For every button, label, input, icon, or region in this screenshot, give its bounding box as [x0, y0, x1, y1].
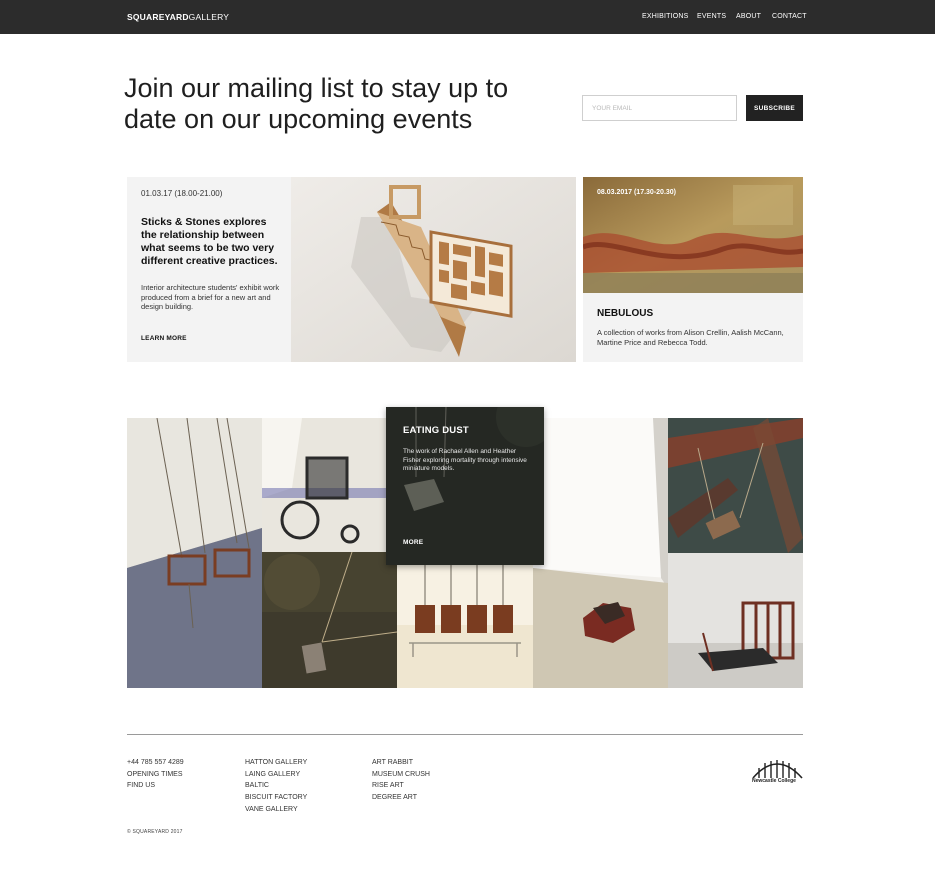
wheelchair-model-illustration	[262, 418, 386, 552]
event-description: Interior architecture students' exhibit …	[141, 283, 280, 311]
event-date: 01.03.17 (18.00-21.00)	[141, 189, 223, 198]
footer-link-rise-art[interactable]: RISE ART	[372, 780, 430, 792]
field-swing-illustration	[262, 552, 397, 688]
event-title: Sticks & Stones explores the relationshi…	[141, 216, 278, 267]
gallery-tile-wheelchair[interactable]	[262, 418, 386, 552]
footer-phone[interactable]: +44 785 557 4289	[127, 757, 184, 769]
copyright-text: © SQUAREYARD 2017	[127, 829, 183, 835]
footer-link-laing[interactable]: LAING GALLERY	[245, 769, 307, 781]
nav-exhibitions[interactable]: EXHIBITIONS	[642, 13, 689, 20]
footer-link-museum-crush[interactable]: MUSEUM CRUSH	[372, 769, 430, 781]
footer-find-us[interactable]: FIND US	[127, 780, 184, 792]
nav-contact[interactable]: CONTACT	[772, 13, 807, 20]
gallery-tile-field-swing[interactable]	[262, 552, 397, 688]
nebulous-date: 08.03.2017 (17.30-20.30)	[597, 189, 677, 196]
nebulous-event-card: NEBULOUS A collection of works from Alis…	[583, 293, 803, 362]
footer-divider	[127, 734, 803, 735]
gallery-tile-chair-model[interactable]	[668, 553, 803, 688]
learn-more-link[interactable]: LEARN MORE	[141, 335, 187, 342]
footer-link-baltic[interactable]: BALTIC	[245, 780, 307, 792]
eating-dust-description: The work of Rachael Allen and Heather Fi…	[403, 448, 527, 472]
top-navigation-bar: SQUAREYARDGALLERY EXHIBITIONS EVENTS ABO…	[0, 0, 935, 34]
footer-link-hatton[interactable]: HATTON GALLERY	[245, 757, 307, 769]
footer-link-degree-art[interactable]: DEGREE ART	[372, 792, 430, 804]
footer-link-art-rabbit[interactable]: ART RABBIT	[372, 757, 430, 769]
corner-sculpture-illustration	[533, 418, 668, 688]
featured-event-card: 01.03.17 (18.00-21.00) Sticks & Stones e…	[127, 177, 291, 362]
footer-links-list: ART RABBIT MUSEUM CRUSH RISE ART DEGREE …	[372, 757, 430, 804]
footer-link-vane[interactable]: VANE GALLERY	[245, 804, 307, 816]
nebulous-image[interactable]: 08.03.2017 (17.30-20.30)	[583, 177, 803, 293]
nebulous-title: NEBULOUS	[597, 308, 654, 319]
chair-model-illustration	[668, 553, 803, 688]
gallery-tile-cribs[interactable]	[397, 565, 533, 688]
nebulous-description: A collection of works from Alison Crelli…	[597, 328, 784, 347]
crib-models-illustration	[397, 565, 533, 688]
gallery-tile-corner-shoe[interactable]	[533, 418, 668, 688]
nav-events[interactable]: EVENTS	[697, 13, 726, 20]
gallery-tile-swings-wall[interactable]	[127, 418, 262, 688]
eating-dust-title: EATING DUST	[403, 425, 469, 436]
rusty-swing-illustration	[668, 418, 803, 553]
staircase-sculpture-illustration	[291, 177, 576, 362]
brand-name-bold: SQUAREYARD	[127, 12, 189, 22]
eating-dust-more-link[interactable]: MORE	[403, 539, 423, 546]
logo-caption: Newcastle College	[752, 778, 796, 784]
footer-opening-times[interactable]: OPENING TIMES	[127, 769, 184, 781]
sticks-and-stones-image[interactable]	[291, 177, 576, 362]
brand-logo[interactable]: SQUAREYARDGALLERY	[127, 12, 229, 22]
brand-name-light: GALLERY	[188, 12, 230, 22]
mailing-list-heading: Join our mailing list to stay up to date…	[124, 73, 509, 134]
nav-about[interactable]: ABOUT	[736, 13, 761, 20]
gallery-tile-rusty-swing[interactable]	[668, 418, 803, 553]
swing-sculpture-illustration	[127, 418, 262, 688]
eating-dust-card[interactable]: EATING DUST The work of Rachael Allen an…	[386, 407, 544, 565]
footer-galleries-list: HATTON GALLERY LAING GALLERY BALTIC BISC…	[245, 757, 307, 816]
email-field[interactable]	[582, 95, 737, 121]
subscribe-button[interactable]: SUBSCRIBE	[746, 95, 803, 121]
footer-contact-list: +44 785 557 4289 OPENING TIMES FIND US	[127, 757, 184, 792]
footer-link-biscuit-factory[interactable]: BISCUIT FACTORY	[245, 792, 307, 804]
